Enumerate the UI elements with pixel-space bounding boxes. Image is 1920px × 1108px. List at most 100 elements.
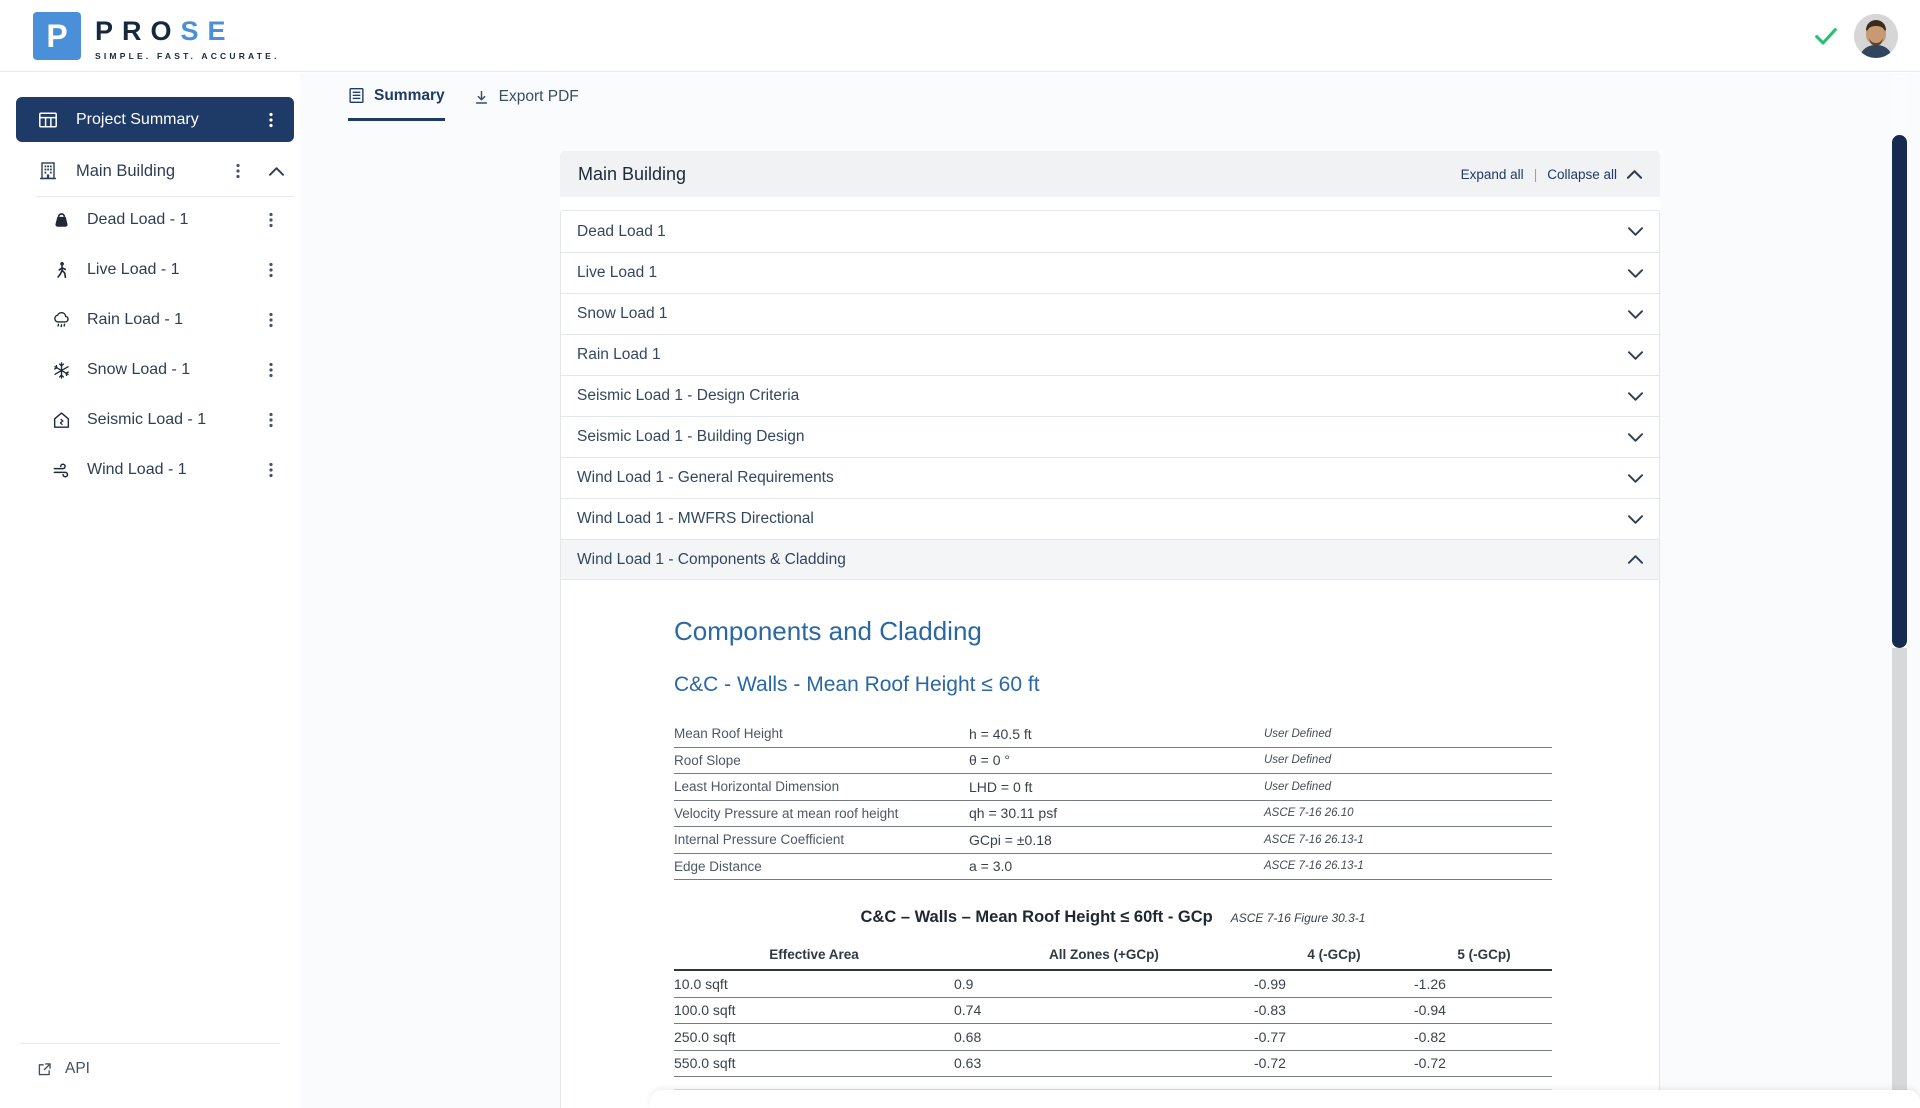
- building-section-header: Main Building Expand all | Collapse all: [560, 151, 1660, 197]
- kebab-menu-icon[interactable]: [262, 311, 280, 329]
- kebab-menu-icon[interactable]: [262, 211, 280, 229]
- top-bar: P PROSE SIMPLE. FAST. ACCURATE.: [0, 0, 1920, 72]
- tab-summary[interactable]: Summary: [348, 73, 445, 121]
- sidebar-item-label: Rain Load - 1: [87, 311, 262, 329]
- load-accordion: Dead Load 1 Live Load 1 Snow Load 1 Rain…: [560, 210, 1660, 1108]
- table-row: Edge Distance a = 3.0 ASCE 7-16 26.13-1: [674, 854, 1552, 881]
- sidebar-item-label: Main Building: [76, 162, 229, 181]
- content-bottom-edge: [650, 1090, 1920, 1108]
- sidebar-item-api[interactable]: API: [16, 1049, 294, 1089]
- accordion-row-wind-mwfrs[interactable]: Wind Load 1 - MWFRS Directional: [561, 498, 1659, 539]
- sidebar-item-label: Project Summary: [76, 111, 262, 129]
- chevron-up-icon[interactable]: [1627, 170, 1642, 179]
- gcp-table-reference: ASCE 7-16 Figure 30.3-1: [1231, 911, 1366, 925]
- tab-label: Export PDF: [499, 88, 579, 106]
- rain-cloud-icon: [52, 311, 71, 330]
- sidebar-item-seismic-load[interactable]: Seismic Load - 1: [16, 400, 294, 440]
- sidebar-item-wind-load[interactable]: Wind Load - 1: [16, 450, 294, 490]
- tab-label: Summary: [374, 87, 445, 105]
- sidebar-item-main-building[interactable]: Main Building: [16, 150, 294, 192]
- kebab-menu-icon[interactable]: [229, 162, 247, 180]
- accordion-row-wind-cc[interactable]: Wind Load 1 - Components & Cladding: [561, 539, 1659, 580]
- sidebar-item-label: Live Load - 1: [87, 261, 262, 279]
- wind-cc-content: Components and Cladding C&C - Walls - Me…: [561, 580, 1659, 1108]
- sidebar: Project Summary Main Building Dead Load …: [0, 73, 300, 1108]
- scrollbar-track[interactable]: [1892, 648, 1907, 1108]
- sidebar-item-project-summary[interactable]: Project Summary: [16, 97, 294, 142]
- sidebar-item-label: Seismic Load - 1: [87, 411, 262, 429]
- accordion-label: Rain Load 1: [577, 346, 661, 364]
- kebab-menu-icon[interactable]: [262, 361, 280, 379]
- collapse-all-link[interactable]: Collapse all: [1547, 167, 1617, 182]
- table-row: Mean Roof Height h = 40.5 ft User Define…: [674, 721, 1552, 748]
- weight-icon: [52, 211, 71, 230]
- kebab-menu-icon[interactable]: [262, 261, 280, 279]
- parameters-table: Mean Roof Height h = 40.5 ft User Define…: [674, 721, 1552, 880]
- report-icon: [348, 87, 365, 104]
- chevron-down-icon: [1628, 310, 1643, 319]
- scrollbar-thumb[interactable]: [1892, 135, 1907, 648]
- accordion-row-dead-load[interactable]: Dead Load 1: [561, 211, 1659, 252]
- expand-all-link[interactable]: Expand all: [1461, 167, 1524, 182]
- chevron-down-icon: [1628, 392, 1643, 401]
- sidebar-item-rain-load[interactable]: Rain Load - 1: [16, 300, 294, 340]
- kebab-menu-icon[interactable]: [262, 411, 280, 429]
- sidebar-item-dead-load[interactable]: Dead Load - 1: [16, 200, 294, 240]
- wordmark: PROSE: [95, 18, 280, 45]
- main-area: Summary Export PDF Main Building Expand …: [300, 73, 1920, 1108]
- accordion-row-rain-load[interactable]: Rain Load 1: [561, 334, 1659, 375]
- content-subheading: C&C - Walls - Mean Roof Height ≤ 60 ft: [674, 673, 1552, 697]
- table-row: Roof Slope θ = 0 ° User Defined: [674, 748, 1552, 775]
- report-card: Main Building Expand all | Collapse all …: [560, 151, 1660, 1108]
- sidebar-item-label: Wind Load - 1: [87, 461, 262, 479]
- gcp-table-title-row: C&C – Walls – Mean Roof Height ≤ 60ft - …: [674, 908, 1552, 927]
- external-link-icon: [36, 1061, 53, 1078]
- chevron-up-icon: [1628, 555, 1643, 564]
- brand-tagline: SIMPLE. FAST. ACCURATE.: [95, 51, 280, 61]
- section-title: Main Building: [578, 164, 686, 185]
- accordion-label: Wind Load 1 - Components & Cladding: [577, 551, 846, 569]
- sidebar-item-label: Dead Load - 1: [87, 211, 262, 229]
- sidebar-item-label: Snow Load - 1: [87, 361, 262, 379]
- building-icon: [38, 161, 58, 181]
- gcp-table-title: C&C – Walls – Mean Roof Height ≤ 60ft - …: [861, 908, 1213, 927]
- table-icon: [38, 110, 58, 130]
- chevron-down-icon: [1628, 269, 1643, 278]
- accordion-row-wind-general[interactable]: Wind Load 1 - General Requirements: [561, 457, 1659, 498]
- table-header-row: Effective Area All Zones (+GCp) 4 (-GCp)…: [674, 939, 1552, 971]
- vertical-scrollbar[interactable]: [1892, 73, 1907, 1108]
- pedestrian-icon: [52, 261, 71, 280]
- sidebar-item-label: API: [65, 1060, 90, 1078]
- sidebar-item-live-load[interactable]: Live Load - 1: [16, 250, 294, 290]
- prose-logo: P PROSE SIMPLE. FAST. ACCURATE.: [33, 12, 280, 61]
- sidebar-item-snow-load[interactable]: Snow Load - 1: [16, 350, 294, 390]
- content-heading: Components and Cladding: [674, 616, 1552, 647]
- accordion-label: Wind Load 1 - MWFRS Directional: [577, 510, 814, 528]
- sidebar-divider: [20, 1043, 280, 1044]
- accordion-label: Live Load 1: [577, 264, 657, 282]
- accordion-row-live-load[interactable]: Live Load 1: [561, 252, 1659, 293]
- separator: |: [1534, 167, 1538, 182]
- chevron-up-icon[interactable]: [269, 167, 284, 176]
- table-row: 10.0 sqft 0.9 -0.99 -1.26: [674, 971, 1552, 998]
- accordion-row-seismic-building-design[interactable]: Seismic Load 1 - Building Design: [561, 416, 1659, 457]
- kebab-menu-icon[interactable]: [262, 461, 280, 479]
- sidebar-divider: [36, 196, 294, 197]
- accordion-row-seismic-design-criteria[interactable]: Seismic Load 1 - Design Criteria: [561, 375, 1659, 416]
- user-avatar[interactable]: [1854, 14, 1898, 58]
- chevron-down-icon: [1628, 433, 1643, 442]
- accordion-label: Snow Load 1: [577, 305, 668, 323]
- accordion-label: Wind Load 1 - General Requirements: [577, 469, 834, 487]
- accordion-label: Seismic Load 1 - Design Criteria: [577, 387, 799, 405]
- saved-check-icon: [1812, 22, 1840, 50]
- gcp-table: Effective Area All Zones (+GCp) 4 (-GCp)…: [674, 939, 1552, 1077]
- accordion-row-snow-load[interactable]: Snow Load 1: [561, 293, 1659, 334]
- download-icon: [473, 89, 490, 106]
- chevron-down-icon: [1628, 474, 1643, 483]
- chevron-down-icon: [1628, 515, 1643, 524]
- logo-letter: P: [46, 18, 67, 55]
- chevron-down-icon: [1628, 227, 1643, 236]
- tab-export-pdf[interactable]: Export PDF: [473, 73, 579, 121]
- kebab-menu-icon[interactable]: [262, 111, 280, 129]
- tab-bar: Summary Export PDF: [348, 73, 579, 121]
